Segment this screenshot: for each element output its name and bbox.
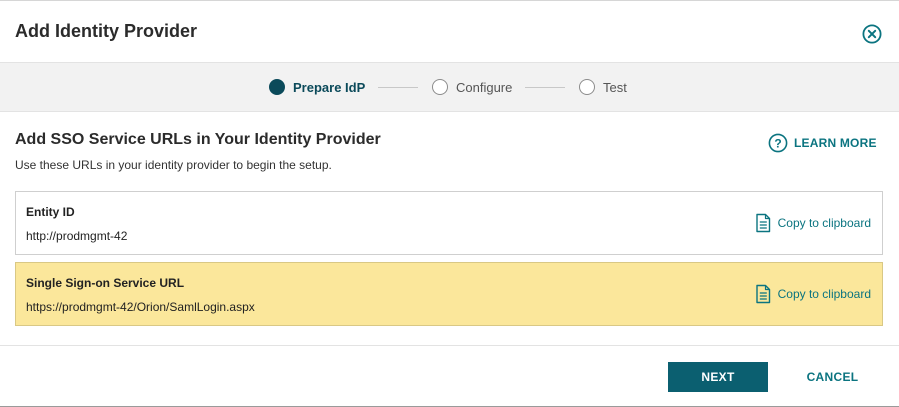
footer-divider xyxy=(0,345,899,346)
step-label: Configure xyxy=(456,79,513,95)
step-prepare-idp[interactable]: Prepare IdP xyxy=(269,63,365,111)
step-connector xyxy=(525,87,565,88)
cancel-button[interactable]: CANCEL xyxy=(790,362,875,392)
step-test[interactable]: Test xyxy=(579,63,627,111)
copy-entity-id-button[interactable]: Copy to clipboard xyxy=(755,213,871,233)
step-label: Prepare IdP xyxy=(293,79,366,95)
entity-id-box: Entity ID http://prodmgmt-42 Copy to cli… xyxy=(15,191,883,255)
url-value: http://prodmgmt-42 xyxy=(26,229,128,243)
clipboard-icon xyxy=(755,213,770,233)
dialog-title: Add Identity Provider xyxy=(15,21,198,41)
svg-text:?: ? xyxy=(774,136,781,150)
step-configure[interactable]: Configure xyxy=(432,63,512,111)
add-identity-provider-dialog: Add Identity Provider Prepare IdP Config… xyxy=(0,0,899,407)
dialog-header: Add Identity Provider xyxy=(0,1,899,62)
wizard-stepper: Prepare IdP Configure Test xyxy=(0,62,899,112)
step-pending-dot-icon xyxy=(432,79,448,95)
step-active-dot-icon xyxy=(269,79,285,95)
close-circle-icon xyxy=(862,24,882,44)
learn-more-link[interactable]: ? LEARN MORE xyxy=(768,132,877,154)
url-value: https://prodmgmt-42/Orion/SamlLogin.aspx xyxy=(26,300,255,314)
close-button[interactable] xyxy=(862,24,882,44)
url-label: Entity ID xyxy=(26,205,75,219)
step-label: Test xyxy=(603,79,627,95)
step-connector xyxy=(378,87,418,88)
section-description: Use these URLs in your identity provider… xyxy=(15,158,332,172)
next-button[interactable]: NEXT xyxy=(668,362,768,392)
url-label: Single Sign-on Service URL xyxy=(26,276,185,290)
sso-service-url-box: Single Sign-on Service URL https://prodm… xyxy=(15,262,883,326)
step-pending-dot-icon xyxy=(579,79,595,95)
question-circle-icon: ? xyxy=(768,133,788,153)
learn-more-label: LEARN MORE xyxy=(794,136,877,150)
copy-label: Copy to clipboard xyxy=(777,287,871,301)
section-title: Add SSO Service URLs in Your Identity Pr… xyxy=(15,131,381,148)
clipboard-icon xyxy=(755,284,770,304)
copy-label: Copy to clipboard xyxy=(777,216,871,230)
copy-sso-url-button[interactable]: Copy to clipboard xyxy=(755,284,871,304)
